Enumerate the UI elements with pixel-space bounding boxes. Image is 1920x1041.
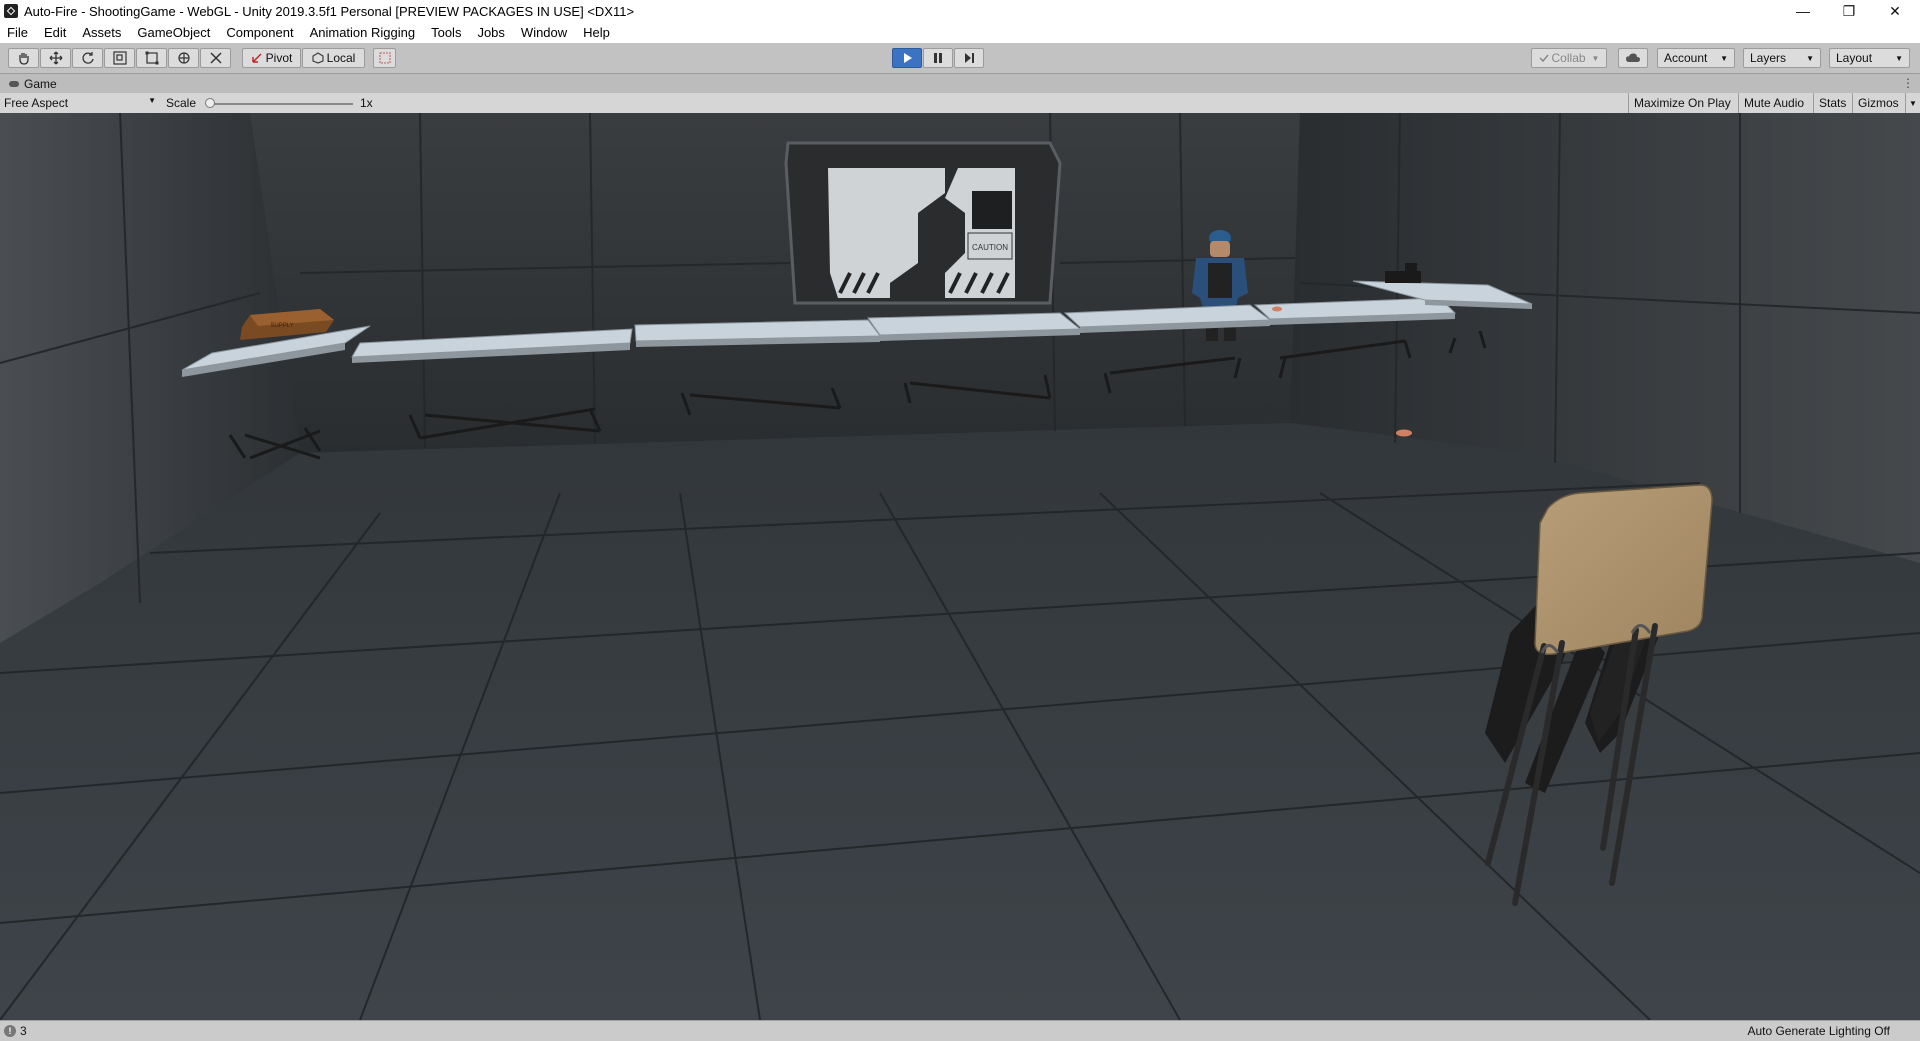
- menu-jobs[interactable]: Jobs: [468, 25, 511, 40]
- menu-help[interactable]: Help: [574, 25, 617, 40]
- restore-button[interactable]: ❐: [1826, 0, 1872, 22]
- console-message-count[interactable]: ! 3: [4, 1024, 27, 1038]
- minimize-button[interactable]: —: [1780, 0, 1826, 22]
- chevron-down-icon: ▼: [148, 96, 156, 105]
- mute-audio-toggle[interactable]: Mute Audio: [1738, 93, 1813, 113]
- menu-bar: File Edit Assets GameObject Component An…: [0, 22, 1920, 43]
- menu-tools[interactable]: Tools: [422, 25, 468, 40]
- step-button[interactable]: [954, 48, 984, 68]
- menu-component[interactable]: Component: [217, 25, 300, 40]
- hand-icon: [18, 53, 29, 65]
- menu-gameobject[interactable]: GameObject: [128, 25, 217, 40]
- transform-icon: [177, 52, 190, 64]
- pivot-toggle[interactable]: Pivot: [242, 48, 301, 68]
- collab-dropdown[interactable]: Collab ▼: [1531, 48, 1607, 68]
- account-label: Account: [1664, 51, 1708, 65]
- play-button[interactable]: [892, 48, 922, 68]
- cloud-button[interactable]: [1618, 48, 1648, 68]
- panel-menu-icon[interactable]: ⋮: [1902, 76, 1914, 90]
- chevron-down-icon: ▼: [1591, 53, 1600, 63]
- collab-label: Collab: [1551, 51, 1586, 65]
- rect-tool-button[interactable]: [136, 48, 167, 68]
- rotate-tool-button[interactable]: [72, 48, 103, 68]
- scale-icon: [112, 51, 127, 65]
- chevron-down-icon: ▼: [1895, 53, 1903, 63]
- supply-box-label: SUPPLY: [270, 323, 293, 329]
- play-icon: [904, 53, 912, 63]
- scale-slider-handle[interactable]: [205, 98, 215, 108]
- close-button[interactable]: ✕: [1872, 0, 1918, 22]
- chevron-down-icon: ▼: [1720, 53, 1728, 63]
- main-toolbar: Pivot Local Collab ▼ Account ▼ Layers ▼ …: [0, 43, 1920, 74]
- menu-window[interactable]: Window: [512, 25, 574, 40]
- transform-tool-button[interactable]: [168, 48, 199, 68]
- menu-animation-rigging[interactable]: Animation Rigging: [301, 25, 423, 40]
- scale-label: Scale: [166, 96, 197, 110]
- game-viewport[interactable]: CAUTION SUPPLY: [0, 113, 1920, 1020]
- layers-label: Layers: [1750, 51, 1787, 65]
- account-dropdown[interactable]: Account ▼: [1657, 48, 1735, 68]
- step-icon: [965, 53, 974, 63]
- scene-render: CAUTION SUPPLY: [0, 113, 1920, 1020]
- chevron-down-icon[interactable]: ▼: [1905, 93, 1920, 113]
- gamepad-icon: [9, 80, 19, 87]
- unity-icon: [4, 4, 18, 18]
- tab-game[interactable]: Game: [0, 74, 65, 93]
- shell-casing: [1272, 306, 1282, 312]
- shell-casing: [1396, 429, 1412, 437]
- scale-tool-button[interactable]: [104, 48, 135, 68]
- menu-edit[interactable]: Edit: [35, 25, 73, 40]
- status-bar: ! 3 Auto Generate Lighting Off: [0, 1020, 1920, 1041]
- move-tool-button[interactable]: [40, 48, 71, 68]
- local-label: Local: [326, 51, 356, 65]
- tools-icon: [209, 52, 222, 64]
- lighting-status: Auto Generate Lighting Off: [1747, 1024, 1890, 1038]
- menu-file[interactable]: File: [0, 25, 35, 40]
- layers-dropdown[interactable]: Layers ▼: [1743, 48, 1821, 68]
- panel-tab-bar: Game ⋮: [0, 74, 1920, 93]
- stats-toggle[interactable]: Stats: [1813, 93, 1852, 113]
- game-view-toolbar: Free Aspect ▼ Scale 1x Maximize On Play …: [0, 93, 1920, 114]
- layout-dropdown[interactable]: Layout ▼: [1829, 48, 1910, 68]
- cloud-icon: [1626, 53, 1640, 62]
- rotate-icon: [81, 52, 94, 64]
- pivot-label: Pivot: [265, 51, 293, 65]
- move-icon: [49, 51, 62, 65]
- snap-toggle[interactable]: [373, 48, 396, 68]
- caution-door: CAUTION: [784, 141, 1062, 305]
- aspect-label: Free Aspect: [4, 96, 69, 110]
- aspect-dropdown[interactable]: Free Aspect ▼: [4, 96, 156, 110]
- rect-icon: [145, 51, 158, 65]
- pivot-icon: [251, 53, 262, 63]
- layout-label: Layout: [1836, 51, 1873, 65]
- pause-icon: [934, 53, 942, 63]
- scale-slider-track[interactable]: [208, 103, 353, 105]
- info-icon: !: [4, 1025, 16, 1037]
- door-caution-sign: CAUTION: [972, 243, 1008, 252]
- maximize-on-play-toggle[interactable]: Maximize On Play: [1628, 93, 1738, 113]
- window-title: Auto-Fire - ShootingGame - WebGL - Unity…: [24, 3, 635, 19]
- snap-icon: [378, 52, 391, 64]
- check-icon: [1538, 54, 1549, 63]
- menu-assets[interactable]: Assets: [73, 25, 128, 40]
- chevron-down-icon: ▼: [1806, 53, 1814, 63]
- local-icon: [312, 52, 324, 64]
- message-count: 3: [20, 1024, 27, 1038]
- hand-tool-button[interactable]: [8, 48, 39, 68]
- custom-tool-button[interactable]: [200, 48, 231, 68]
- pause-button[interactable]: [923, 48, 953, 68]
- window-titlebar: Auto-Fire - ShootingGame - WebGL - Unity…: [0, 0, 1920, 22]
- scale-value: 1x: [360, 96, 373, 110]
- local-toggle[interactable]: Local: [302, 48, 365, 68]
- tab-game-label: Game: [24, 76, 57, 91]
- gizmos-toggle[interactable]: Gizmos: [1852, 93, 1905, 113]
